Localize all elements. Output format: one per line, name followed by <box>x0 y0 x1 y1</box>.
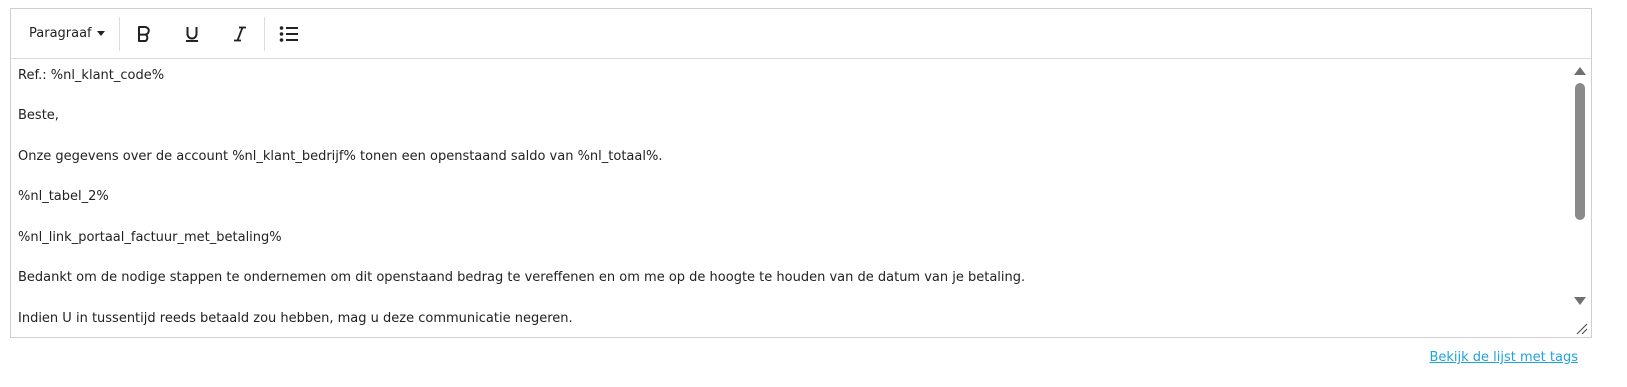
content-line: Bedankt om de nodige stappen te ondernem… <box>18 270 1026 285</box>
bold-button[interactable] <box>120 16 168 52</box>
rich-text-editor: Paragraaf Ref.: %nl_klant_code% Beste, O… <box>10 8 1592 338</box>
editor-content-area[interactable]: Ref.: %nl_klant_code% Beste, Onze gegeve… <box>11 59 1569 337</box>
italic-icon <box>233 26 246 41</box>
content-line: Indien U in tussentijd reeds betaald zou… <box>18 311 573 326</box>
view-tags-link[interactable]: Bekijk de lijst met tags <box>1429 350 1578 365</box>
content-line: %nl_link_portaal_factuur_met_betaling% <box>18 230 282 245</box>
resize-handle-icon[interactable] <box>1573 321 1589 335</box>
scrollbar-thumb[interactable] <box>1575 83 1585 220</box>
editor-toolbar: Paragraaf <box>11 9 1591 59</box>
bold-icon <box>137 25 150 42</box>
scroll-up-arrow-icon[interactable] <box>1574 67 1586 75</box>
italic-button[interactable] <box>216 16 264 52</box>
content-line: %nl_tabel_2% <box>18 189 109 204</box>
content-line: Beste, <box>18 108 59 123</box>
underline-button[interactable] <box>168 16 216 52</box>
content-line: Onze gegevens over de account %nl_klant_… <box>18 149 663 164</box>
scroll-down-arrow-icon[interactable] <box>1574 297 1586 305</box>
bulleted-list-button[interactable] <box>265 16 313 52</box>
paragraph-format-dropdown[interactable]: Paragraaf <box>11 17 119 51</box>
content-line: Ref.: %nl_klant_code% <box>18 68 165 83</box>
vertical-scrollbar[interactable] <box>1569 59 1591 337</box>
paragraph-format-label: Paragraaf <box>29 26 92 41</box>
underline-icon <box>185 26 198 42</box>
caret-down-icon <box>96 31 105 36</box>
bulleted-list-icon <box>279 25 298 42</box>
